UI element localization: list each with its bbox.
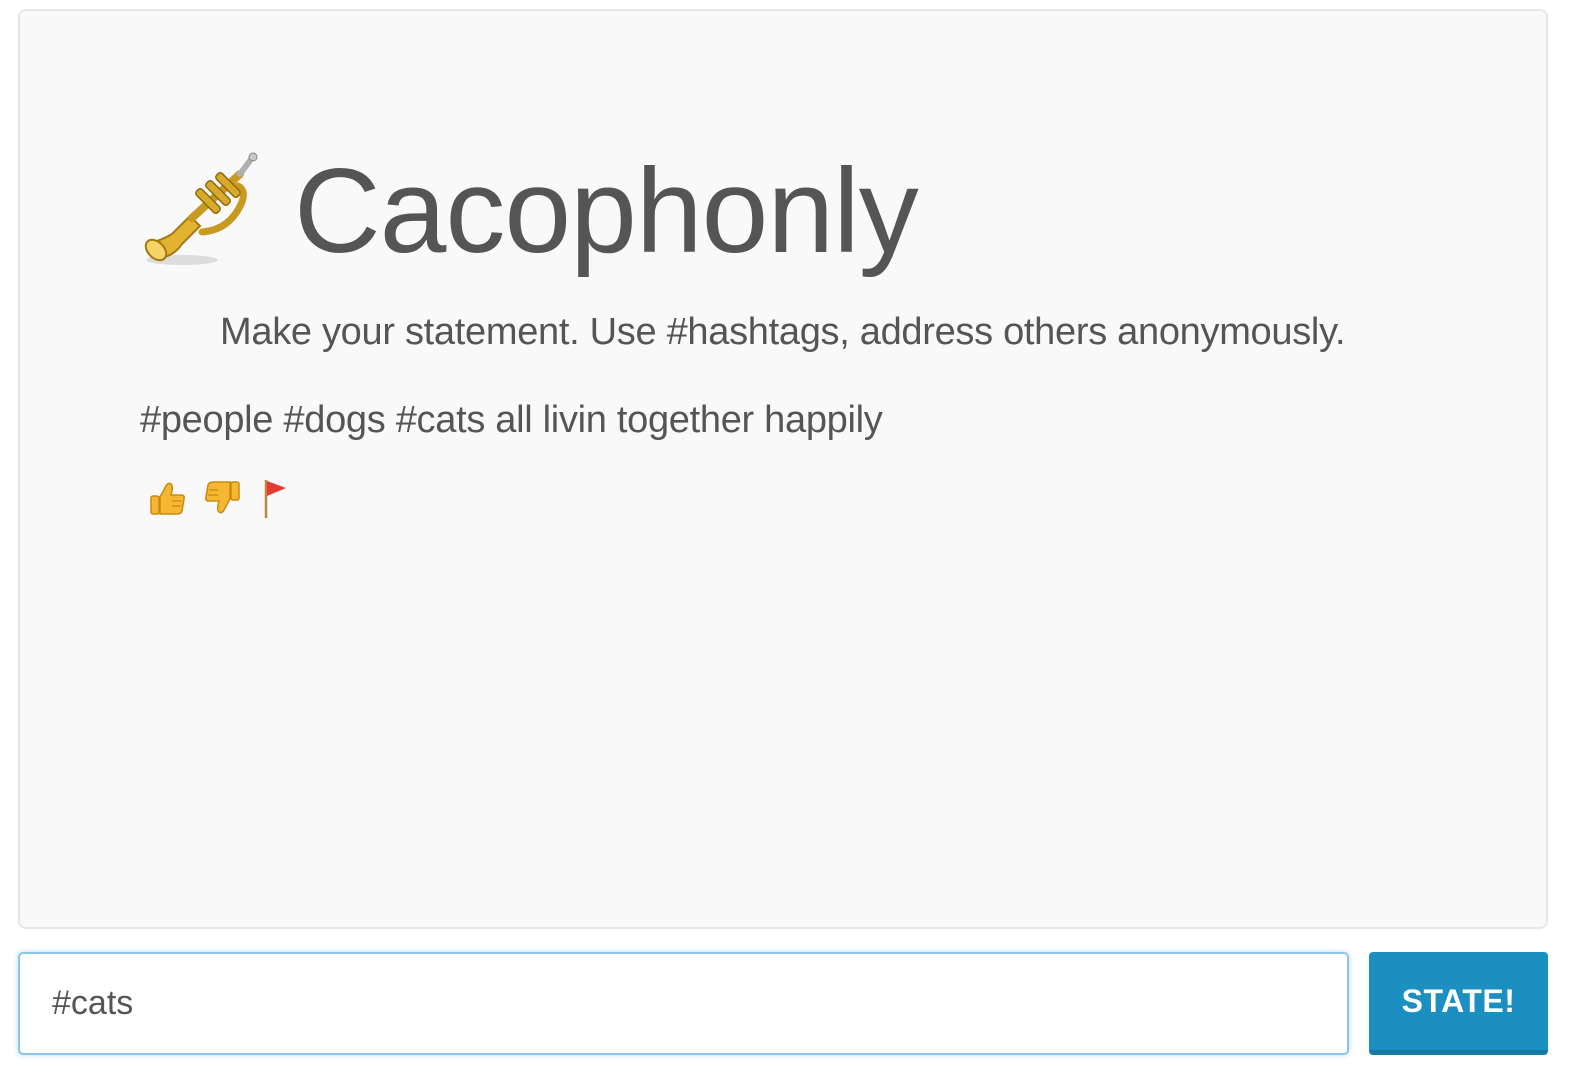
upvote-button[interactable] <box>146 478 190 522</box>
app-title: Cacophonly <box>294 144 919 278</box>
thumbs-down-icon <box>202 478 242 523</box>
state-button[interactable]: STATE! <box>1369 952 1548 1055</box>
app-header: Cacophonly <box>142 144 919 278</box>
trumpet-icon <box>142 152 260 270</box>
downvote-button[interactable] <box>200 478 244 522</box>
thumbs-up-icon <box>148 478 188 523</box>
post-text: #people #dogs #cats all livin together h… <box>140 399 883 441</box>
statement-field[interactable] <box>18 952 1349 1055</box>
content-panel: Cacophonly Make your statement. Use #has… <box>18 9 1548 929</box>
flag-button[interactable] <box>254 478 298 522</box>
flag-icon <box>256 476 296 525</box>
post-actions <box>146 478 883 522</box>
tagline: Make your statement. Use #hashtags, addr… <box>220 311 1346 353</box>
post-item: #people #dogs #cats all livin together h… <box>140 399 883 522</box>
statement-input[interactable] <box>20 954 1347 1053</box>
